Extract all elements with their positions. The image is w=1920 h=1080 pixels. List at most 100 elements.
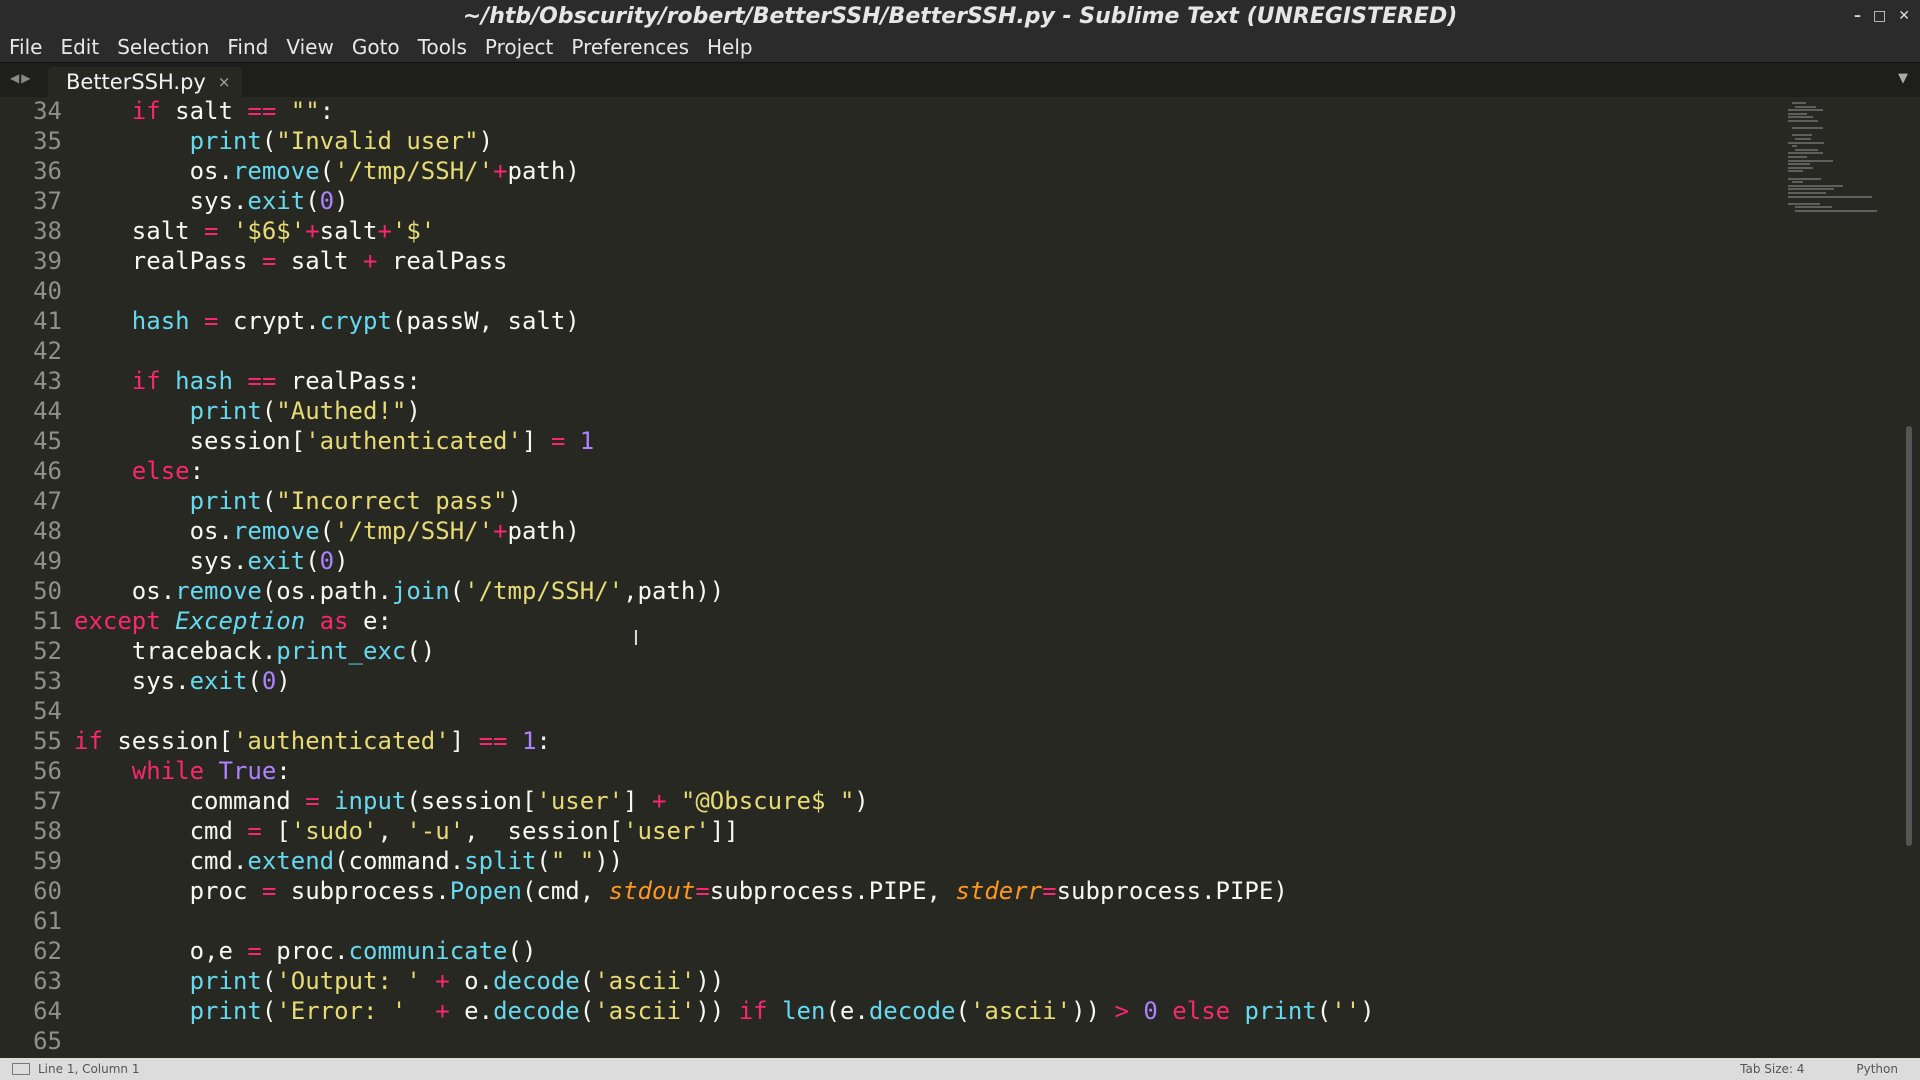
code-line[interactable]: sys.exit(0): [74, 666, 1375, 696]
code-line[interactable]: traceback.print_exc(): [74, 636, 1375, 666]
minimize-icon[interactable]: –: [1854, 8, 1861, 24]
code-line[interactable]: os.remove(os.path.join('/tmp/SSH/',path)…: [74, 576, 1375, 606]
line-number: 44: [33, 397, 62, 425]
code-line[interactable]: os.remove('/tmp/SSH/'+path): [74, 156, 1375, 186]
line-number: 34: [33, 97, 62, 125]
line-number: 36: [33, 157, 62, 185]
minimap-line: [1788, 109, 1823, 112]
line-number: 48: [33, 517, 62, 545]
minimap-line: [1795, 206, 1833, 209]
line-number: 51: [33, 607, 62, 635]
syntax-indicator[interactable]: Python: [1856, 1062, 1898, 1076]
code-line[interactable]: sys.exit(0): [74, 546, 1375, 576]
minimap-line: [1791, 127, 1823, 130]
code-line[interactable]: if session['authenticated'] == 1:: [74, 726, 1375, 756]
code-line[interactable]: except Exception as e:: [74, 606, 1375, 636]
line-number: 62: [33, 937, 62, 965]
line-number: 63: [33, 967, 62, 995]
tab-close-icon[interactable]: ×: [218, 73, 231, 91]
menu-file[interactable]: File: [0, 35, 51, 59]
minimap-line: [1788, 184, 1843, 187]
code-line[interactable]: if hash == realPass:: [74, 366, 1375, 396]
minimap-line: [1795, 210, 1878, 212]
minimap[interactable]: [1788, 98, 1884, 228]
minimap-line: [1795, 138, 1812, 140]
line-number: 53: [33, 667, 62, 695]
code-line[interactable]: while True:: [74, 756, 1375, 786]
code-line[interactable]: o,e = proc.communicate(): [74, 936, 1375, 966]
line-number-gutter: 34 35 36 37 38 39 40 41 42 43 44 45 46 47 48 49 50 51 52 53…: [0, 96, 62, 1056]
panel-toggle-icon[interactable]: [12, 1063, 30, 1075]
code-line[interactable]: [74, 906, 1375, 936]
code-line[interactable]: realPass = salt + realPass: [74, 246, 1375, 276]
code-line[interactable]: command = input(session['user'] + "@Obsc…: [74, 786, 1375, 816]
code-line[interactable]: proc = subprocess.Popen(cmd, stdout=subp…: [74, 876, 1375, 906]
close-icon[interactable]: ✕: [1898, 8, 1910, 24]
line-number: 45: [33, 427, 62, 455]
code-line[interactable]: else:: [74, 456, 1375, 486]
menu-preferences[interactable]: Preferences: [562, 35, 698, 59]
menu-selection[interactable]: Selection: [108, 35, 218, 59]
line-number: 41: [33, 307, 62, 335]
menu-edit[interactable]: Edit: [51, 35, 108, 59]
code-line[interactable]: if salt == "":: [74, 96, 1375, 126]
code-line[interactable]: print('Output: ' + o.decode('ascii')): [74, 966, 1375, 996]
code-line[interactable]: [74, 336, 1375, 366]
tab-dropdown-icon[interactable]: ▼: [1898, 71, 1908, 86]
code-line[interactable]: [74, 276, 1375, 306]
code-line[interactable]: hash = crypt.crypt(passW, salt): [74, 306, 1375, 336]
menu-project[interactable]: Project: [476, 35, 562, 59]
line-number: 38: [33, 217, 62, 245]
minimap-line: [1788, 141, 1824, 144]
tab-betterssh[interactable]: BetterSSH.py ×: [48, 67, 242, 97]
tab-label: BetterSSH.py: [66, 70, 206, 94]
vertical-scrollbar[interactable]: [1906, 426, 1912, 846]
window-controls: – □ ✕: [1854, 0, 1910, 32]
minimap-line: [1795, 148, 1819, 151]
menu-goto[interactable]: Goto: [343, 35, 409, 59]
line-number: 47: [33, 487, 62, 515]
code-line[interactable]: print("Authed!"): [74, 396, 1375, 426]
line-number: 52: [33, 637, 62, 665]
code-line[interactable]: print('Error: ' + e.decode('ascii')) if …: [74, 996, 1375, 1026]
tab-nav-arrows-icon[interactable]: ◀▶: [10, 71, 32, 85]
line-number: 35: [33, 127, 62, 155]
code-line[interactable]: cmd.extend(command.split(" ")): [74, 846, 1375, 876]
code-line[interactable]: print("Invalid user"): [74, 126, 1375, 156]
code-area[interactable]: if salt == "": print("Invalid user") os.…: [74, 96, 1375, 1056]
menu-find[interactable]: Find: [218, 35, 277, 59]
menu-tools[interactable]: Tools: [409, 35, 476, 59]
menu-view[interactable]: View: [277, 35, 342, 59]
code-line[interactable]: [74, 696, 1375, 726]
tab-bar: ◀▶ BetterSSH.py × ▼: [0, 62, 1920, 97]
status-bar: Line 1, Column 1 Tab Size: 4 Python: [0, 1058, 1920, 1080]
code-line[interactable]: cmd = ['sudo', '-u', session['user']]: [74, 816, 1375, 846]
minimap-line: [1788, 195, 1872, 198]
minimap-line: [1788, 152, 1823, 155]
window-titlebar: ~/htb/Obscurity/robert/BetterSSH/BetterS…: [0, 0, 1920, 32]
code-line[interactable]: [74, 1026, 1375, 1056]
menu-help[interactable]: Help: [698, 35, 762, 59]
line-number: 59: [33, 847, 62, 875]
minimap-line: [1791, 181, 1803, 184]
line-number: 64: [33, 997, 62, 1025]
minimap-line: [1791, 102, 1806, 104]
code-line[interactable]: print("Incorrect pass"): [74, 486, 1375, 516]
line-number: 54: [33, 697, 62, 725]
code-line[interactable]: sys.exit(0): [74, 186, 1375, 216]
minimap-line: [1788, 112, 1807, 115]
code-line[interactable]: salt = '$6$'+salt+'$': [74, 216, 1375, 246]
line-number: 49: [33, 547, 62, 575]
code-editor[interactable]: 34 35 36 37 38 39 40 41 42 43 44 45 46 47 48 49 50 51 52 53…: [0, 96, 1920, 1058]
line-number: 56: [33, 757, 62, 785]
minimap-line: [1788, 188, 1834, 191]
maximize-icon[interactable]: □: [1873, 8, 1886, 24]
minimap-line: [1788, 166, 1813, 169]
tab-size-indicator[interactable]: Tab Size: 4: [1740, 1062, 1804, 1076]
line-number: 50: [33, 577, 62, 605]
minimap-line: [1788, 192, 1826, 194]
minimap-line: [1788, 170, 1803, 173]
code-line[interactable]: os.remove('/tmp/SSH/'+path): [74, 516, 1375, 546]
line-number: 37: [33, 187, 62, 215]
code-line[interactable]: session['authenticated'] = 1: [74, 426, 1375, 456]
